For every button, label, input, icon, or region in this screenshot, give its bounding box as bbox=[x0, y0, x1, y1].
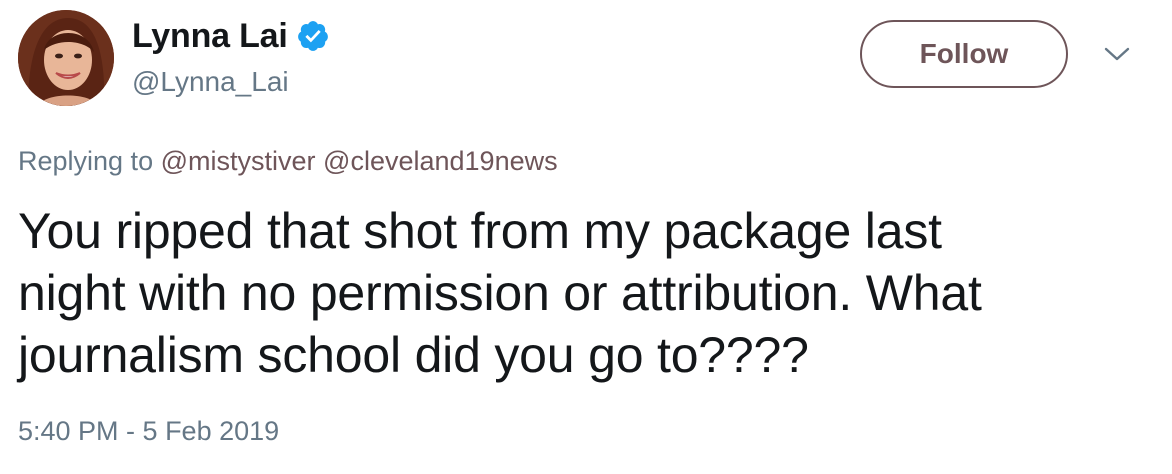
tweet-text-line: journalism school did you go to???? bbox=[18, 327, 809, 383]
reply-mention-mistystiver[interactable]: @mistystiver bbox=[161, 146, 316, 176]
tweet-card: Lynna Lai @Lynna_Lai Follow Replying to … bbox=[0, 0, 1172, 474]
tweet-text: You ripped that shot from my package las… bbox=[18, 200, 1148, 386]
author-name-row: Lynna Lai bbox=[132, 14, 330, 58]
avatar[interactable] bbox=[18, 10, 114, 106]
follow-button[interactable]: Follow bbox=[860, 20, 1068, 88]
replying-to-line: Replying to @mistystiver @cleveland19new… bbox=[18, 146, 558, 177]
profile-photo-icon bbox=[18, 10, 114, 106]
author-handle[interactable]: @Lynna_Lai bbox=[132, 66, 289, 98]
tweet-text-line: night with no permission or attribution.… bbox=[18, 265, 982, 321]
chevron-down-icon[interactable] bbox=[1104, 46, 1130, 62]
tweet-text-line: You ripped that shot from my package las… bbox=[18, 203, 942, 259]
replying-to-label: Replying to bbox=[18, 146, 154, 176]
display-name[interactable]: Lynna Lai bbox=[132, 17, 288, 56]
tweet-timestamp[interactable]: 5:40 PM - 5 Feb 2019 bbox=[18, 416, 279, 447]
verified-badge-icon bbox=[296, 19, 330, 53]
reply-mention-cleveland19news[interactable]: @cleveland19news bbox=[323, 146, 558, 176]
